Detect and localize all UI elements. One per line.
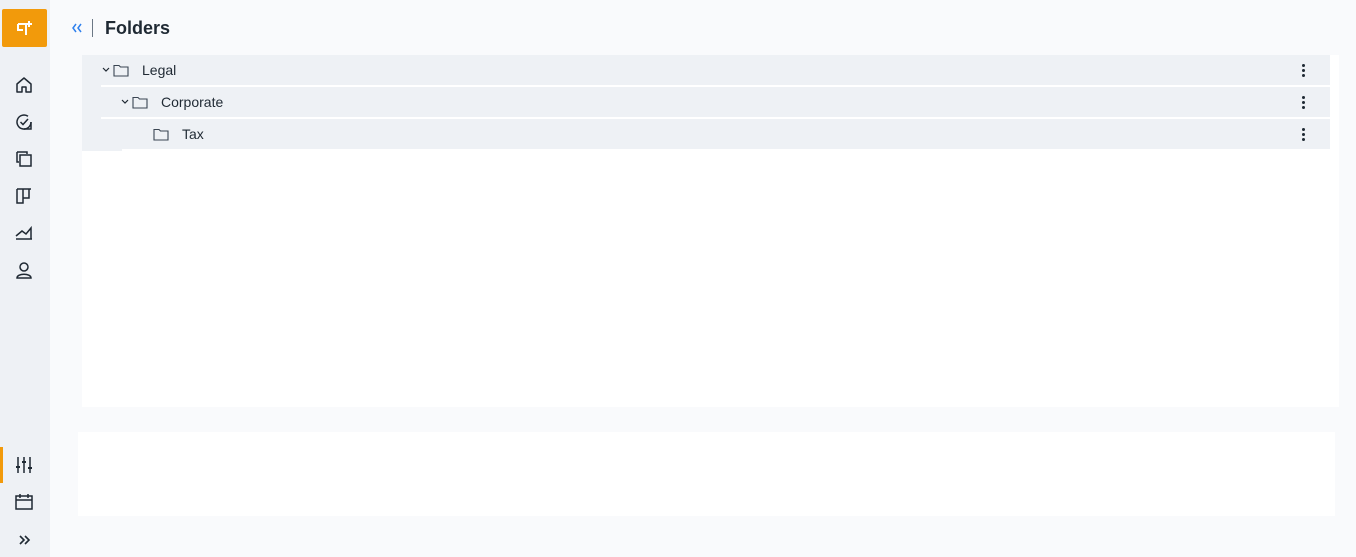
sliders-icon (16, 457, 32, 473)
details-panel (78, 432, 1335, 516)
tree-indent (82, 119, 122, 151)
app-logo-icon (16, 21, 32, 35)
more-options-button[interactable] (1298, 61, 1308, 79)
nav-settings[interactable] (11, 452, 37, 478)
tree-row-legal[interactable]: Legal (82, 55, 1330, 85)
page-title: Folders (105, 17, 171, 38)
folder-icon (153, 127, 169, 141)
user-icon (16, 262, 32, 279)
check-circle-icon (16, 114, 32, 130)
nav-tasks[interactable] (11, 109, 37, 135)
chart-icon (15, 225, 32, 240)
home-icon (16, 77, 32, 93)
nav-documents[interactable] (11, 146, 37, 172)
folder-label: Corporate (161, 94, 224, 110)
nav-reports[interactable] (11, 220, 37, 246)
nav-profile[interactable] (11, 257, 37, 283)
board-icon (16, 188, 31, 204)
tree-row-tax[interactable]: Tax (122, 119, 1330, 149)
folder-tree: Legal Corporate Tax (82, 55, 1339, 407)
app-logo[interactable] (2, 9, 47, 47)
nav-board[interactable] (11, 183, 37, 209)
folder-icon (113, 63, 129, 77)
folder-icon (132, 95, 148, 109)
folder-label: Tax (182, 126, 204, 142)
active-indicator (0, 447, 3, 483)
nav-calendar[interactable] (11, 489, 37, 515)
collapse-panel-button[interactable] (70, 18, 84, 38)
nav-home[interactable] (11, 72, 37, 98)
documents-icon (16, 151, 32, 167)
tree-indent (82, 85, 101, 119)
expand-sidebar-button[interactable] (11, 527, 37, 553)
double-chevron-left-icon (72, 23, 82, 33)
header-divider (92, 19, 93, 37)
page-header: Folders (70, 14, 170, 42)
more-options-button[interactable] (1298, 125, 1308, 143)
folder-label: Legal (142, 62, 177, 78)
tree-row-corporate[interactable]: Corporate (101, 87, 1330, 117)
double-chevron-right-icon (19, 535, 31, 545)
sidebar (0, 0, 50, 557)
chevron-down-icon[interactable] (120, 97, 130, 107)
calendar-icon (15, 494, 33, 510)
chevron-down-icon[interactable] (101, 65, 111, 75)
more-options-button[interactable] (1298, 93, 1308, 111)
